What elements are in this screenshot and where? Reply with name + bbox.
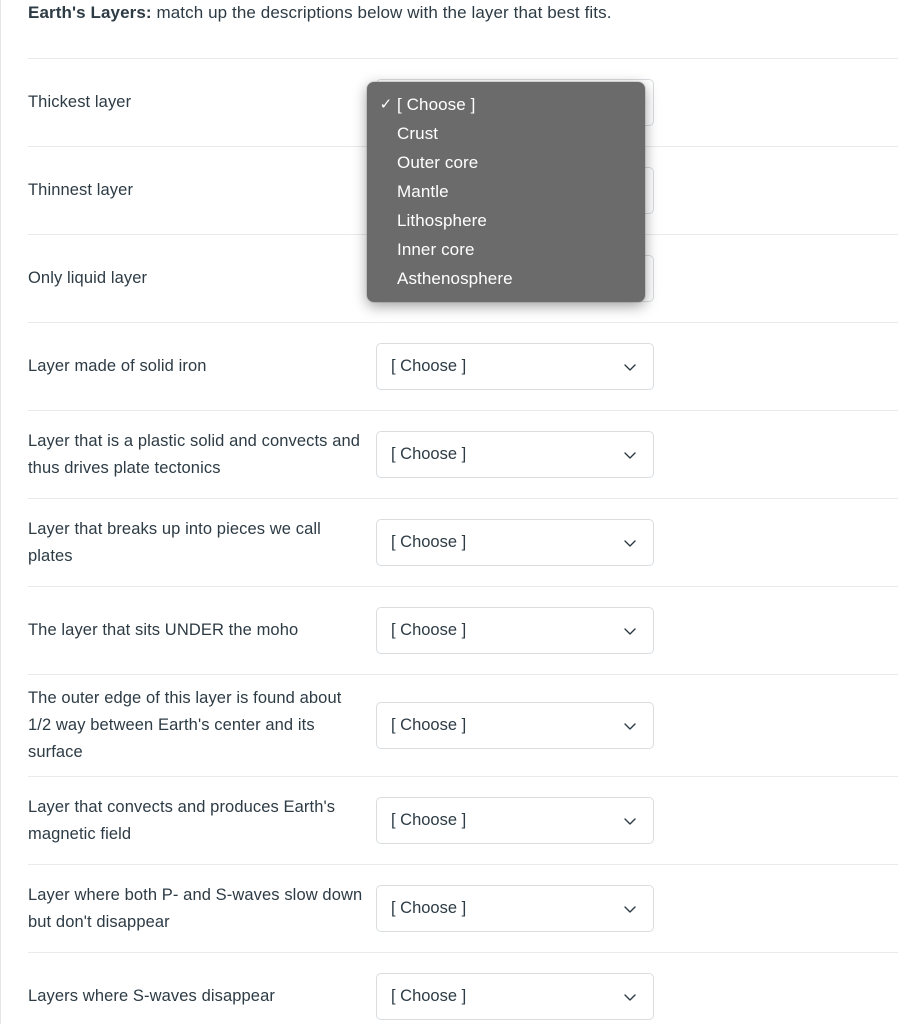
layer-select-value: [ Choose ] (391, 445, 467, 463)
layer-select-value: [ Choose ] (391, 357, 467, 375)
question-label: Layer that is a plastic solid and convec… (28, 431, 361, 477)
question-prompt-lead: Earth's Layers: (28, 3, 152, 22)
dropdown-option-label: Crust (397, 124, 439, 143)
dropdown-option[interactable]: Lithosphere (367, 206, 645, 235)
layer-select-value: [ Choose ] (391, 899, 467, 917)
answer-control: [ Choose ] (376, 973, 654, 1020)
question-prompt-rest: match up the descriptions below with the… (151, 3, 612, 22)
dropdown-option[interactable]: Asthenosphere (367, 264, 645, 293)
dropdown-option-label: Lithosphere (397, 211, 487, 230)
answer-control: [ Choose ] (376, 797, 654, 844)
layer-select[interactable]: [ Choose ] (376, 702, 654, 749)
answer-control: [ Choose ] (376, 607, 654, 654)
dropdown-option[interactable]: Outer core (367, 148, 645, 177)
chevron-down-icon (623, 624, 637, 638)
question-label: Layer that breaks up into pieces we call… (28, 519, 321, 565)
layer-select-value: [ Choose ] (391, 716, 467, 734)
check-icon: ✓ (379, 96, 393, 113)
table-row: The outer edge of this layer is found ab… (28, 674, 898, 776)
dropdown-option-label: Mantle (397, 182, 449, 201)
answer-control: [ Choose ] (376, 702, 654, 749)
table-row: The layer that sits UNDER the moho [ Choo… (28, 586, 898, 674)
table-row: Layers where S-waves disappear [ Choose ] (28, 952, 898, 1024)
table-row: Layer that breaks up into pieces we call… (28, 498, 898, 586)
layer-select[interactable]: [ Choose ] (376, 343, 654, 390)
question-prompt: Earth's Layers: match up the description… (28, 0, 898, 26)
answer-control: [ Choose ] (376, 519, 654, 566)
question-label: Thinnest layer (28, 181, 134, 199)
question-label: Layer made of solid iron (28, 357, 207, 375)
chevron-down-icon (623, 814, 637, 828)
dropdown-option[interactable]: Mantle (367, 177, 645, 206)
layer-select[interactable]: [ Choose ] (376, 607, 654, 654)
question-label: Layer that convects and produces Earth's… (28, 797, 336, 843)
question-label: Layers where S-waves disappear (28, 987, 275, 1005)
table-row: Layer where both P- and S-waves slow dow… (28, 864, 898, 952)
answer-control: [ Choose ] (376, 885, 654, 932)
question-label: The outer edge of this layer is found ab… (28, 689, 342, 761)
question-label: Thickest layer (28, 93, 132, 111)
chevron-down-icon (623, 448, 637, 462)
dropdown-option-label: [ Choose ] (397, 95, 476, 114)
layer-select[interactable]: [ Choose ] (376, 519, 654, 566)
chevron-down-icon (623, 719, 637, 733)
answer-control: [ Choose ] (376, 431, 654, 478)
layer-select[interactable]: [ Choose ] (376, 973, 654, 1020)
dropdown-option[interactable]: ✓[ Choose ] (367, 90, 645, 119)
layer-select-value: [ Choose ] (391, 987, 467, 1005)
question-label: Only liquid layer (28, 269, 148, 287)
answer-control: [ Choose ] (376, 343, 654, 390)
dropdown-option-label: Outer core (397, 153, 479, 172)
dropdown-option-label: Asthenosphere (397, 269, 513, 288)
chevron-down-icon (623, 902, 637, 916)
chevron-down-icon (623, 990, 637, 1004)
table-row: Layer made of solid iron [ Choose ] (28, 322, 898, 410)
dropdown-option-label: Inner core (397, 240, 475, 259)
chevron-down-icon (623, 536, 637, 550)
dropdown-option[interactable]: Crust (367, 119, 645, 148)
layer-select[interactable]: [ Choose ] (376, 797, 654, 844)
layer-select-value: [ Choose ] (391, 811, 467, 829)
layer-select[interactable]: [ Choose ] (376, 885, 654, 932)
layer-options-dropdown[interactable]: ✓[ Choose ] Crust Outer core Mantle Lithosph… (367, 82, 645, 302)
question-label: The layer that sits UNDER the moho (28, 621, 299, 639)
table-row: Layer that convects and produces Earth's… (28, 776, 898, 864)
table-row: Layer that is a plastic solid and convec… (28, 410, 898, 498)
quiz-matching-question: Earth's Layers: match up the description… (0, 0, 920, 1024)
dropdown-option[interactable]: Inner core (367, 235, 645, 264)
layer-select-value: [ Choose ] (391, 533, 467, 551)
layer-select[interactable]: [ Choose ] (376, 431, 654, 478)
layer-select-value: [ Choose ] (391, 621, 467, 639)
chevron-down-icon (623, 360, 637, 374)
question-label: Layer where both P- and S-waves slow dow… (28, 885, 363, 931)
